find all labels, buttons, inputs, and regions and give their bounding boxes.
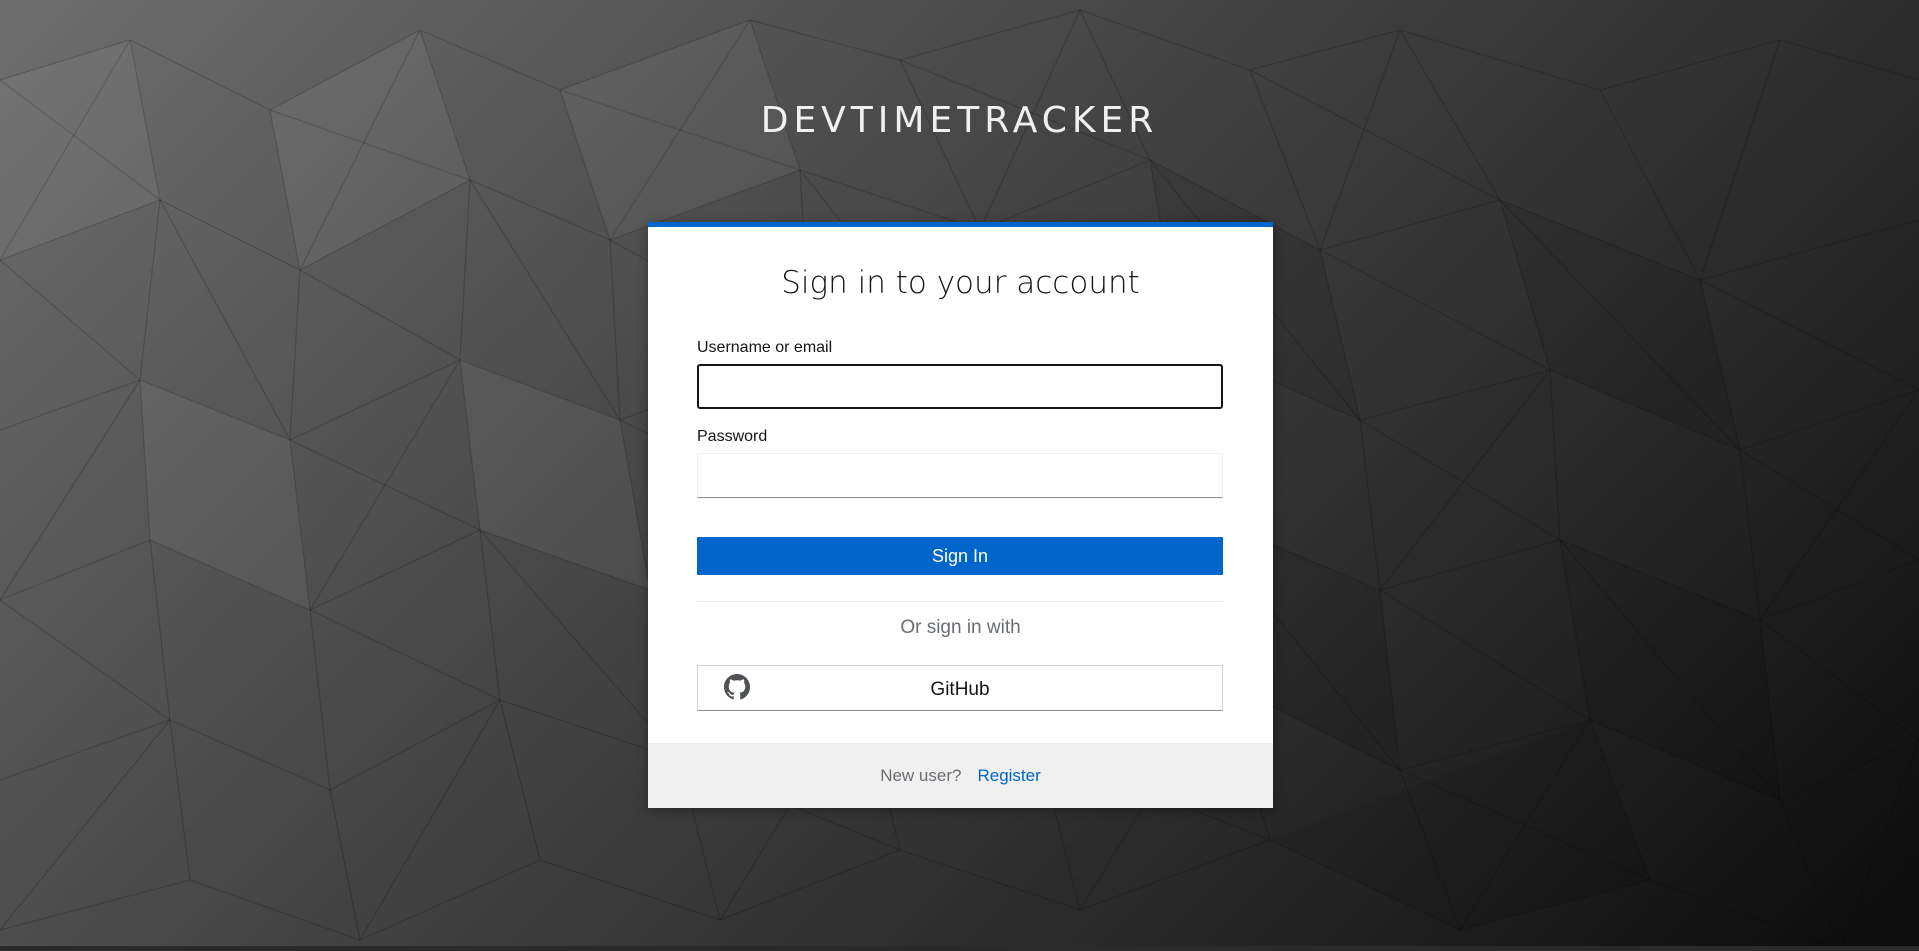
login-card: Sign in to your account Username or emai… (648, 222, 1273, 808)
alternate-signin-heading: Or sign in with (900, 617, 1021, 638)
bottom-strip (0, 946, 1919, 951)
divider (697, 601, 1223, 602)
sign-in-button[interactable]: Sign In (697, 537, 1223, 575)
github-label: GitHub (930, 678, 990, 700)
register-link[interactable]: Register (977, 766, 1040, 786)
username-label: Username or email (697, 339, 833, 356)
github-icon (724, 674, 750, 700)
card-footer: New user? Register (648, 743, 1273, 808)
new-user-text: New user? (880, 765, 962, 785)
brand-title: DEVTIMETRACKER (760, 100, 1159, 141)
password-label: Password (697, 428, 768, 445)
login-heading: Sign in to your account (781, 265, 1140, 301)
username-input[interactable] (697, 364, 1223, 409)
github-signin-button[interactable]: GitHub (697, 665, 1223, 711)
password-input[interactable] (697, 453, 1223, 498)
